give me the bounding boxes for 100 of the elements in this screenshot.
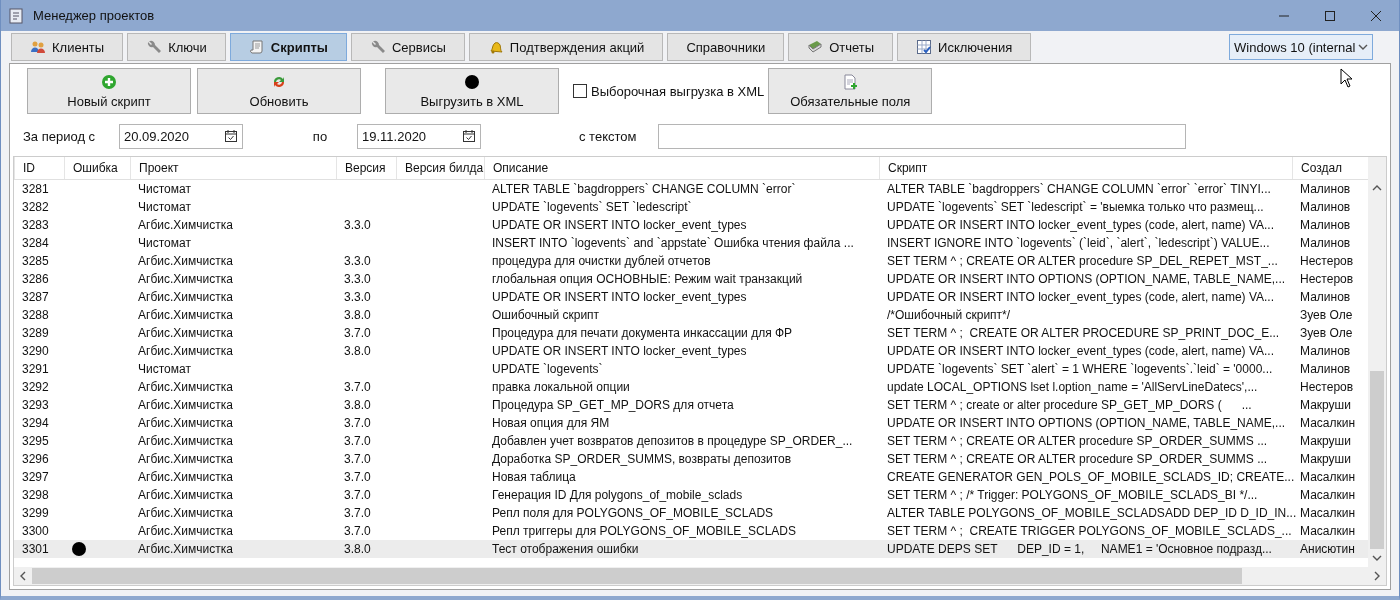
table-cell-text: UPDATE `logevents` SET `alert` = 1 WHERE `logevents`.`leid` = '0000... [886, 362, 1274, 376]
table-cell-text: 3.7.0 [343, 506, 372, 520]
bell-icon [487, 39, 504, 55]
table-cell-text: ALTER TABLE `bagdroppers` CHANGE COLUMN `error` `error` TINYI... [886, 182, 1272, 196]
table-row[interactable]: 3297 Агбис.Химчистка 3.7.0 Новая таблица CREATE GENERATOR GEN_POLS_OF_MOBILE_SCLADS_ID; CREATE... Масалкин [14, 468, 1368, 486]
table-row[interactable]: 3295 Агбис.Химчистка 3.7.0 Добавлен учет возвратов депозитов в процедуре SP_ORDER_... SET TERM ^ ; CREATE OR ALTER procedure SP_ORDER_SUMMS ... Макруши [14, 432, 1368, 450]
table-row[interactable]: 3300 Агбис.Химчистка 3.7.0 Репл триггеры для POLYGONS_OF_MOBILE_SCLADS SET TERM ^ ; CREATE TRIGGER POLYGONS_OF_MOBILE_SCLADS_... Масалкин [14, 522, 1368, 540]
tab[interactable]: Подтверждения акций [468, 33, 664, 61]
calendar-icon[interactable] [224, 129, 238, 143]
window-title: Менеджер проектов [33, 8, 156, 23]
table-cell-text: Масалкин [1299, 470, 1357, 484]
vertical-scrollbar[interactable] [1368, 157, 1386, 567]
table-cell-text: Агбис.Химчистка [137, 524, 234, 538]
date-field[interactable]: 20.09.2020 [119, 123, 243, 149]
table-row[interactable]: 3281 Чистомат ALTER TABLE `bagdroppers` CHANGE COLUMN `error` ALTER TABLE `bagdroppers` CHANGE COLUMN `error` `error` TINYI... Малинов [14, 180, 1368, 198]
text-filter-field[interactable] [658, 123, 1187, 149]
table-cell-text: Зуев Оле [1299, 326, 1354, 340]
scroll-right-icon[interactable] [1372, 571, 1382, 581]
required-fields-button[interactable]: Обязательные поля [768, 68, 933, 114]
table-cell-text: UPDATE OR INSERT INTO locker_event_types [491, 218, 748, 232]
tab[interactable]: Сервисы [350, 33, 465, 61]
refresh-button[interactable]: Обновить [197, 68, 361, 114]
table-row[interactable]: 3294 Агбис.Химчистка 3.7.0 Новая опция для ЯМ UPDATE OR INSERT INTO OPTIONS (OPTION_NAME, TABLE_NAME,... Масалкин [14, 414, 1368, 432]
table-cell-text: Чистомат [137, 200, 192, 214]
period-to-label: по [311, 128, 329, 144]
table-cell-text: Зуев Оле [1299, 308, 1354, 322]
column-header[interactable]: Версия [336, 157, 396, 179]
grid-icon [916, 39, 933, 55]
table-cell-text: 3.7.0 [343, 524, 372, 538]
tab[interactable]: Клиенты [11, 33, 124, 61]
table-row[interactable]: 3289 Агбис.Химчистка 3.7.0 Процедура для печати документа инкассации для ФР SET TERM ^ ; CREATE OR ALTER PROCEDURE SP_PRINT_DOC_E... Зуев Оле [14, 324, 1368, 342]
table-row[interactable]: 3288 Агбис.Химчистка 3.8.0 Ошибочный скрипт /*Ошибочный скрипт*/ Зуев Оле [14, 306, 1368, 324]
new-script-button[interactable]: Новый скрипт [27, 68, 191, 114]
table-row[interactable]: 3286 Агбис.Химчистка 3.3.0 глобальная опция ОСНОВНЫЕ: Режим wait транзакций UPDATE OR INSERT INTO OPTIONS (OPTION_NAME, TABLE_NAME,... Нестеров [14, 270, 1368, 288]
tab[interactable]: Исключения [897, 33, 1032, 61]
table-cell-text: UPDATE OR INSERT INTO locker_event_types (code, alert, name) VA... [886, 290, 1276, 304]
table-cell-text: правка локальной опции [491, 380, 631, 394]
table-row[interactable]: 3284 Чистомат INSERT INTO `logevents` and `appstate` Ошибка чтения файла ... INSERT IGNORE INTO `logevents` (`leid`, `alert`, `ledescript`) VALUE... Малинов [14, 234, 1368, 252]
column-header[interactable]: Проект [130, 157, 336, 179]
table-cell-text: 3.7.0 [343, 416, 372, 430]
table-cell-text: Агбис.Химчистка [137, 452, 234, 466]
column-header[interactable]: Ошибка [64, 157, 130, 179]
tab[interactable]: Отчеты [788, 33, 894, 61]
table-cell-text: UPDATE OR INSERT INTO locker_event_types [491, 290, 748, 304]
tab[interactable]: Ключи [127, 33, 226, 61]
people-icon [30, 39, 46, 55]
table-cell-text: 3299 [21, 506, 50, 520]
table-cell-text: Агбис.Химчистка [137, 326, 234, 340]
table-row[interactable]: 3287 Агбис.Химчистка 3.3.0 UPDATE OR INSERT INTO locker_event_types UPDATE OR INSERT INTO locker_event_types (code, alert, name) VA... Малинов [14, 288, 1368, 306]
table-cell-text: 3298 [21, 488, 50, 502]
table-cell-text: Агбис.Химчистка [137, 254, 234, 268]
selective-export-checkbox[interactable]: Выборочная выгрузка в XML [573, 83, 765, 99]
table-cell-text: Макруши [1299, 398, 1352, 412]
table-row[interactable]: 3299 Агбис.Химчистка 3.7.0 Репл поля для POLYGONS_OF_MOBILE_SCLADS ALTER TABLE POLYGONS_OF_MOBILE_SCLADSADD DEP_ID D_ID_IN... Масалкин [14, 504, 1368, 522]
scroll-up-icon[interactable] [1372, 183, 1382, 193]
column-header[interactable]: Описание [484, 157, 879, 179]
table-cell-text: 3.3.0 [343, 254, 372, 268]
tab[interactable]: Скрипты [229, 33, 347, 61]
environment-dropdown[interactable]: Windows 10 (internal [1229, 34, 1373, 60]
table-row[interactable]: 3292 Агбис.Химчистка 3.7.0 правка локальной опции update LOCAL_OPTIONS lset l.option_name = 'AllServLineDatecs',... Нестеров [14, 378, 1368, 396]
table-cell-text: Чистомат [137, 362, 192, 376]
table-cell-text: 3295 [21, 434, 50, 448]
app-icon [9, 7, 23, 24]
table-cell-text: SET TERM ^ ; CREATE OR ALTER procedure SP_ORDER_SUMMS ... [886, 434, 1269, 448]
export-xml-button[interactable]: Выгрузить в XML [385, 68, 559, 114]
table-row[interactable]: 3285 Агбис.Химчистка 3.3.0 процедура для очистки дублей отчетов SET TERM ^ ; CREATE OR ALTER procedure SP_DEL_REPET_MST_... Нестеров [14, 252, 1368, 270]
column-header[interactable]: Скрипт [879, 157, 1292, 179]
scroll-left-icon[interactable] [18, 571, 28, 581]
scroll-down-icon[interactable] [1372, 553, 1382, 563]
table-cell-text: Чистомат [137, 182, 192, 196]
table-cell-text: Нестеров [1299, 254, 1355, 268]
table-row[interactable]: 3291 Чистомат UPDATE `logevents` UPDATE `logevents` SET `alert` = 1 WHERE `logevents`.`leid` = '0000... Малинов [14, 360, 1368, 378]
table-cell-text: Добавлен учет возвратов депозитов в процедуре SP_ORDER_... [491, 434, 854, 448]
calendar-icon[interactable] [462, 129, 476, 143]
table-cell-text: 3.3.0 [343, 218, 372, 232]
horizontal-scrollbar[interactable] [14, 567, 1386, 585]
table-cell-text: Агбис.Химчистка [137, 380, 234, 394]
table-row[interactable]: 3283 Агбис.Химчистка 3.3.0 UPDATE OR INSERT INTO locker_event_types UPDATE OR INSERT INTO locker_event_types (code, alert, name) VA... Малинов [14, 216, 1368, 234]
table-cell-text: Малинов [1299, 200, 1352, 214]
table-row[interactable]: 3296 Агбис.Химчистка 3.7.0 Доработка SP_ORDER_SUMMS, возвраты депозитов SET TERM ^ ; CREATE OR ALTER procedure SP_ORDER_SUMMS ... Макруши [14, 450, 1368, 468]
table-cell-text: 3.7.0 [343, 434, 372, 448]
table-row[interactable]: 3293 Агбис.Химчистка 3.8.0 Процедура SP_GET_MP_DORS для отчета SET TERM ^ ; create or alter procedure SP_GET_MP_DORS ( ... Макруши [14, 396, 1368, 414]
table-row[interactable]: 3301 Агбис.Химчистка 3.8.0 Тест отображения ошибки UPDATE DEPS SET DEP_ID = 1, NAME1 = 'Основное подразд... Анисютин [14, 540, 1368, 558]
table-row[interactable]: 3290 Агбис.Химчистка 3.8.0 UPDATE OR INSERT INTO locker_event_types UPDATE OR INSERT INTO locker_event_types (code, alert, name) VA... Малинов [14, 342, 1368, 360]
table-row[interactable]: 3298 Агбис.Химчистка 3.7.0 Генерация ID Для polygons_of_mobile_sclads SET TERM ^ ; /* Trigger: POLYGONS_OF_MOBILE_SCLADS_BI */... Масалкин [14, 486, 1368, 504]
tab[interactable]: Справочники [667, 33, 785, 61]
date-field[interactable]: 19.11.2020 [357, 123, 481, 149]
column-header[interactable]: ID [14, 157, 64, 179]
table-cell-text: Чистомат [137, 236, 192, 250]
table-cell-text: Генерация ID Для polygons_of_mobile_sclads [491, 488, 744, 502]
column-header[interactable]: Версия билда [396, 157, 484, 179]
minimize-icon [1278, 14, 1290, 17]
table-cell-text: Агбис.Химчистка [137, 434, 234, 448]
column-header[interactable]: Создал [1292, 157, 1358, 179]
chevron-down-icon[interactable] [1358, 42, 1368, 52]
table-cell-text: SET TERM ^ ; create or alter procedure SP_GET_MP_DORS ( ... [886, 398, 1253, 412]
table-cell-text: SET TERM ^ ; CREATE OR ALTER procedure SP_DEL_REPET_MST_... [886, 254, 1279, 268]
table-cell-text: 3291 [21, 362, 50, 376]
table-row[interactable]: 3282 Чистомат UPDATE `logevents` SET `ledescript` UPDATE `logevents` SET `ledescript` = 'выемка только что размещ... Малинов [14, 198, 1368, 216]
table-cell-text: UPDATE `logevents` SET `ledescript` = 'выемка только что размещ... [886, 200, 1265, 214]
